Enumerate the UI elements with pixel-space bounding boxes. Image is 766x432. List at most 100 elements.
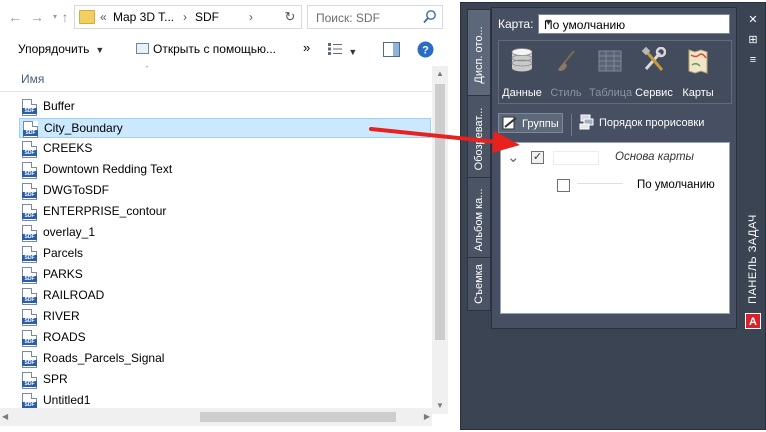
file-row[interactable]: SDF RIVER	[19, 307, 431, 327]
sdf-file-icon: SDF	[22, 351, 37, 368]
tab-label: Альбом ка...	[473, 188, 485, 252]
scroll-down-icon[interactable]: ▼	[432, 398, 448, 414]
maps-button-label: Карты	[682, 87, 714, 99]
file-name: Downtown Redding Text	[43, 162, 173, 176]
file-row[interactable]: SDF DWGToSDF	[19, 181, 431, 201]
file-name: CREEKS	[43, 141, 93, 155]
forward-arrow-icon[interactable]: →	[28, 6, 46, 28]
horizontal-scroll-thumb[interactable]	[200, 412, 396, 422]
refresh-icon[interactable]: ↻	[282, 9, 298, 25]
file-row[interactable]: SDF PARKS	[19, 265, 431, 285]
style-button[interactable]: Стиль	[545, 45, 587, 101]
organize-dropdown-icon: ▼	[95, 45, 105, 55]
tab-label: Съемка	[473, 264, 485, 304]
display-manager-ribbon: Данные Стиль Таблица Сервис Карты	[498, 40, 732, 104]
file-name: DWGToSDF	[43, 183, 109, 197]
file-row[interactable]: SDF Parcels	[19, 244, 431, 264]
back-arrow-icon[interactable]: ←	[6, 6, 24, 28]
vertical-scrollbar[interactable]: ▲ ▼	[432, 66, 448, 414]
breadcrumb-map3d[interactable]: Map 3D T...	[113, 10, 174, 24]
preview-pane-icon[interactable]	[383, 42, 400, 57]
groups-button[interactable]: Группы	[498, 113, 563, 133]
map-label: Карта:	[498, 17, 534, 31]
sdf-file-icon: SDF	[22, 330, 37, 347]
pin-icon[interactable]: ⊞	[745, 33, 761, 47]
organize-button[interactable]: Упорядочить ▼	[18, 42, 104, 56]
sdf-file-icon-text: SDF	[22, 234, 37, 240]
style-button-label: Стиль	[550, 87, 582, 99]
maps-button[interactable]: Карты	[677, 45, 719, 101]
file-name: overlay_1	[43, 225, 96, 239]
scroll-thumb[interactable]	[435, 84, 445, 340]
file-row[interactable]: SDF ROADS	[19, 328, 431, 348]
file-row[interactable]: SDF overlay_1	[19, 223, 431, 243]
breadcrumb-sdf[interactable]: SDF	[195, 10, 219, 24]
explorer-address-bar: ← → ▾ ↑ « Map 3D T... › SDF › ↻ Поиск: S…	[0, 0, 460, 34]
brush-icon	[558, 50, 575, 71]
scroll-left-icon[interactable]: ◀	[2, 408, 8, 426]
column-header-name[interactable]: Имя ⌃	[0, 66, 447, 92]
tab-map-explorer[interactable]: Обозреват...	[467, 95, 491, 183]
file-row[interactable]: SDF CREEKS	[19, 139, 431, 159]
more-commands-button[interactable]: »	[303, 40, 310, 55]
file-row[interactable]: SDF Buffer	[19, 97, 431, 117]
tools-button[interactable]: Сервис	[633, 45, 675, 101]
sdf-file-icon: SDF	[23, 121, 38, 138]
chevron-down-icon: ▼	[544, 17, 553, 27]
file-row[interactable]: SDF ENTERPRISE_contour	[19, 202, 431, 222]
help-icon[interactable]: ?	[417, 41, 434, 58]
draw-order-label: Порядок прорисовки	[599, 117, 705, 129]
tree-node-default[interactable]: По умолчанию	[505, 177, 727, 197]
search-input[interactable]: Поиск: SDF	[307, 5, 443, 29]
file-name: Buffer	[43, 99, 75, 113]
scroll-right-icon[interactable]: ▶	[424, 408, 430, 426]
sdf-file-icon: SDF	[22, 162, 37, 179]
search-icon[interactable]	[422, 8, 438, 26]
sdf-file-icon-text: SDF	[22, 255, 37, 261]
sdf-file-icon: SDF	[22, 225, 37, 242]
file-row[interactable]: SDF City_Boundary	[19, 118, 431, 138]
tree-node-base-map[interactable]: ⌄ ✓ Основа карты	[505, 149, 727, 169]
scroll-up-icon[interactable]: ▲	[432, 66, 448, 82]
tab-survey[interactable]: Съемка	[467, 257, 491, 311]
task-pane-title-strip: ✕ ⊞ ≡ ПАНЕЛЬ ЗАДАЧ A	[743, 7, 763, 329]
horizontal-scrollbar[interactable]: ◀ ▶	[0, 408, 432, 426]
open-with-button[interactable]: Открыть с помощью...	[136, 42, 276, 56]
task-pane: Дисп. ото... Обозреват... Альбом ка... С…	[460, 2, 766, 430]
menu-icon[interactable]: ≡	[745, 53, 761, 67]
data-button[interactable]: Данные	[501, 45, 543, 101]
sdf-file-icon-text: SDF	[22, 339, 37, 345]
close-icon[interactable]: ✕	[745, 13, 761, 27]
base-map-checkbox[interactable]: ✓	[531, 151, 544, 164]
table-button[interactable]: Таблица	[589, 45, 632, 101]
tab-display-manager[interactable]: Дисп. ото...	[467, 9, 491, 101]
open-with-label: Открыть с помощью...	[153, 42, 277, 56]
default-layer-checkbox[interactable]	[557, 179, 570, 192]
file-row[interactable]: SDF RAILROAD	[19, 286, 431, 306]
file-name: Untitled1	[43, 393, 91, 407]
sdf-file-icon-text: SDF	[22, 213, 37, 219]
organize-label: Упорядочить	[18, 42, 90, 56]
sdf-file-icon-text: SDF	[22, 318, 37, 324]
map-select[interactable]: По умолчанию ▼	[538, 14, 730, 34]
sdf-file-icon: SDF	[22, 99, 37, 116]
draw-order-button[interactable]: Порядок прорисовки	[579, 114, 704, 134]
svg-text:?: ?	[422, 45, 429, 57]
sdf-file-icon-text: SDF	[22, 360, 37, 366]
sdf-file-icon: SDF	[22, 183, 37, 200]
up-arrow-icon[interactable]: ↑	[56, 6, 74, 28]
sdf-file-icon: SDF	[22, 141, 37, 158]
tab-map-book[interactable]: Альбом ка...	[467, 177, 491, 263]
sdf-file-icon: SDF	[22, 372, 37, 389]
address-field[interactable]: « Map 3D T... › SDF › ↻	[74, 5, 302, 29]
breadcrumb-separator[interactable]: ›	[183, 10, 187, 24]
file-row[interactable]: SDF Downtown Redding Text	[19, 160, 431, 180]
chevron-down-icon[interactable]: ⌄	[507, 150, 521, 165]
breadcrumb-separator[interactable]: ›	[249, 10, 253, 24]
file-name: ENTERPRISE_contour	[43, 204, 167, 218]
file-row[interactable]: SDF Roads_Parcels_Signal	[19, 349, 431, 369]
breadcrumb-overflow[interactable]: «	[100, 10, 107, 24]
view-options-button[interactable]: ▼	[328, 43, 357, 58]
file-row[interactable]: SDF SPR	[19, 370, 431, 390]
display-manager-panel: Карта: По умолчанию ▼ Данные Стиль Табли…	[491, 7, 737, 329]
